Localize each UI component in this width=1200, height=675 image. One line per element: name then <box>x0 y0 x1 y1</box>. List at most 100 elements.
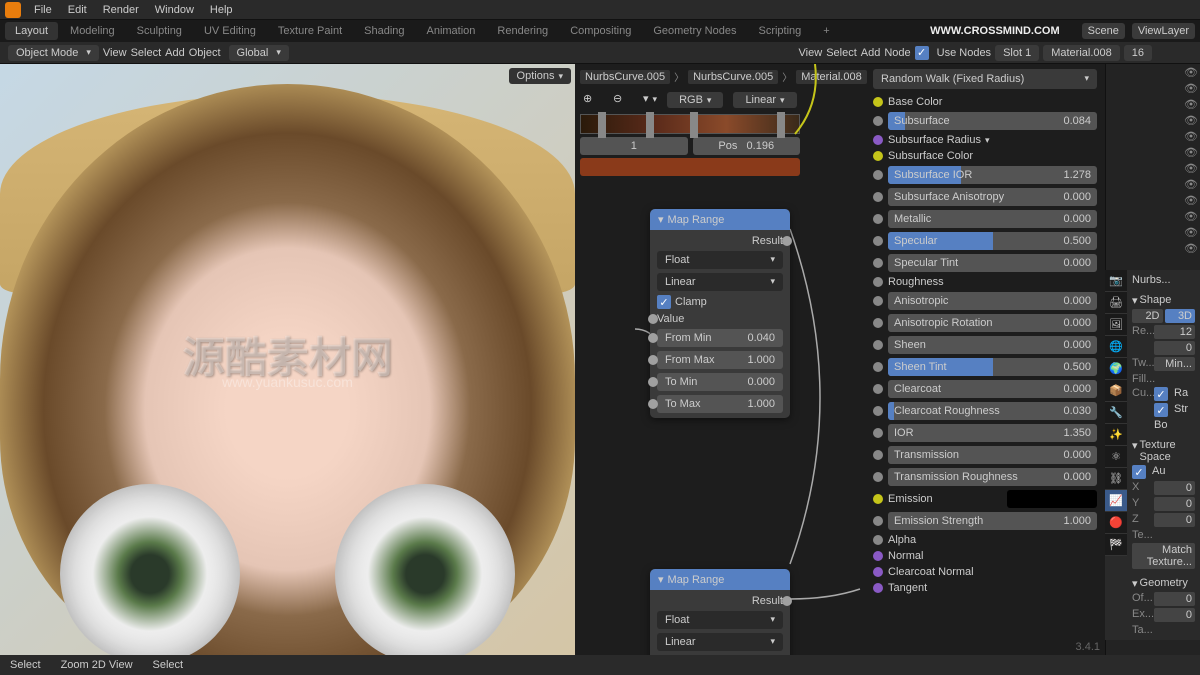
properties-panel[interactable]: 📷 🖨 🖼 🌐 🌍 📦 🔧 ✨ ⚛ ⛓ 📈 🔴 🏁 Nurbs... ▾ Sha… <box>1105 270 1200 640</box>
anisotropic-socket[interactable] <box>873 296 883 306</box>
from-min-field[interactable]: From Min0.040 <box>657 329 783 347</box>
sheen-tint-slider[interactable]: Sheen Tint0.500 <box>888 358 1097 376</box>
from-min-socket[interactable] <box>648 333 658 343</box>
shader-node-editor[interactable]: NurbsCurve.005〉 NurbsCurve.005〉 Material… <box>575 64 1105 675</box>
eye-icon[interactable]: 👁 <box>1184 194 1196 206</box>
tab-sculpting[interactable]: Sculpting <box>127 22 192 40</box>
menu-file[interactable]: File <box>26 1 60 19</box>
breadcrumb-mat[interactable]: Material.008 <box>796 70 867 84</box>
menu-view[interactable]: View <box>103 47 127 59</box>
outliner-item[interactable]: 👁 <box>1106 176 1200 192</box>
clearcoat-rough-slider[interactable]: Clearcoat Roughness0.030 <box>888 402 1097 420</box>
ramp-interp-dropdown[interactable]: Linear <box>733 92 796 108</box>
outliner-item[interactable]: 👁 <box>1106 96 1200 112</box>
eye-icon[interactable]: 👁 <box>1184 130 1196 142</box>
menu-add[interactable]: Add <box>165 47 185 59</box>
subsurface-radius-socket[interactable] <box>873 135 883 145</box>
viewlayer-selector[interactable]: ViewLayer <box>1132 23 1195 39</box>
specular-slider[interactable]: Specular0.500 <box>888 232 1097 250</box>
subsurface-aniso-slider[interactable]: Subsurface Anisotropy0.000 <box>888 188 1097 206</box>
resolution-field[interactable]: 12 <box>1154 325 1195 339</box>
ramp-pos[interactable]: Pos 0.196 <box>693 137 801 155</box>
clearcoat-socket[interactable] <box>873 384 883 394</box>
trans-rough-slider[interactable]: Transmission Roughness0.000 <box>888 468 1097 486</box>
tab-compositing[interactable]: Compositing <box>560 22 641 40</box>
emission-color[interactable] <box>1007 490 1097 508</box>
ior-socket[interactable] <box>873 428 883 438</box>
to-min-field[interactable]: To Min0.000 <box>657 373 783 391</box>
normal-socket[interactable] <box>873 551 883 561</box>
to-min-socket[interactable] <box>648 377 658 387</box>
tab-render-icon[interactable]: 📷 <box>1105 270 1127 292</box>
subsurface-method[interactable]: Random Walk (Fixed Radius) <box>873 69 1097 89</box>
eye-icon[interactable]: 👁 <box>1184 162 1196 174</box>
mode-dropdown[interactable]: Object Mode <box>8 45 99 61</box>
outliner-item[interactable]: 👁 <box>1106 160 1200 176</box>
from-max-field[interactable]: From Max1.000 <box>657 351 783 369</box>
type-dropdown[interactable]: Float <box>657 251 783 269</box>
node-title[interactable]: ▾Map Range <box>650 569 790 590</box>
tab-constraint-icon[interactable]: ⛓ <box>1105 468 1127 490</box>
ramp-mode-menu[interactable]: ▾ <box>643 92 657 108</box>
clearcoat-normal-socket[interactable] <box>873 567 883 577</box>
clamp-checkbox[interactable]: ✓ <box>657 295 671 309</box>
subsurface-aniso-socket[interactable] <box>873 192 883 202</box>
3d-button[interactable]: 3D <box>1165 309 1196 323</box>
sheen-tint-socket[interactable] <box>873 362 883 372</box>
interp-dropdown[interactable]: Linear <box>657 633 783 651</box>
scene-selector[interactable]: Scene <box>1082 23 1125 39</box>
outliner-item[interactable]: 👁 <box>1106 112 1200 128</box>
result-socket[interactable] <box>782 596 792 606</box>
outliner-item[interactable]: 👁 <box>1106 128 1200 144</box>
ra-checkbox[interactable]: ✓ <box>1154 387 1168 401</box>
aniso-rot-slider[interactable]: Anisotropic Rotation0.000 <box>888 314 1097 332</box>
tab-scene-icon[interactable]: 🌐 <box>1105 336 1127 358</box>
geometry-header[interactable]: ▾ <box>1132 577 1138 590</box>
tab-world-icon[interactable]: 🌍 <box>1105 358 1127 380</box>
tab-data-icon[interactable]: 📈 <box>1105 490 1127 512</box>
transmission-socket[interactable] <box>873 450 883 460</box>
node-menu-select[interactable]: Select <box>826 47 857 59</box>
use-nodes-checkbox[interactable]: ✓ <box>915 46 929 60</box>
3d-viewport[interactable]: Options 源酷素材网 www.yuankusuc.com <box>0 64 575 675</box>
twist-field[interactable]: Min... <box>1154 357 1195 371</box>
trans-rough-socket[interactable] <box>873 472 883 482</box>
eye-icon[interactable]: 👁 <box>1184 66 1196 78</box>
map-range-node-1[interactable]: ▾Map Range Result Float Linear ✓Clamp Va… <box>650 209 790 418</box>
eye-icon[interactable]: 👁 <box>1184 210 1196 222</box>
value-socket[interactable] <box>648 314 658 324</box>
slot-dropdown[interactable]: Slot 1 <box>995 45 1039 61</box>
tab-object-icon[interactable]: 📦 <box>1105 380 1127 402</box>
resolution-field2[interactable]: 0 <box>1154 341 1195 355</box>
node-menu-node[interactable]: Node <box>884 47 910 59</box>
tab-texpaint[interactable]: Texture Paint <box>268 22 352 40</box>
material-name[interactable]: Material.008 <box>1043 45 1120 61</box>
anisotropic-slider[interactable]: Anisotropic0.000 <box>888 292 1097 310</box>
outliner-item[interactable]: 👁 <box>1106 64 1200 80</box>
menu-select[interactable]: Select <box>131 47 162 59</box>
metallic-slider[interactable]: Metallic0.000 <box>888 210 1097 228</box>
interp-dropdown[interactable]: Linear <box>657 273 783 291</box>
tab-view-icon[interactable]: 🖼 <box>1105 314 1127 336</box>
tab-add[interactable]: + <box>813 22 839 40</box>
subsurface-slider[interactable]: Subsurface0.084 <box>888 112 1097 130</box>
ior-slider[interactable]: IOR1.350 <box>888 424 1097 442</box>
subsurface-socket[interactable] <box>873 116 883 126</box>
color-ramp-gradient[interactable] <box>580 114 800 134</box>
type-dropdown[interactable]: Float <box>657 611 783 629</box>
result-socket[interactable] <box>782 236 792 246</box>
from-max-socket[interactable] <box>648 355 658 365</box>
tab-geonodes[interactable]: Geometry Nodes <box>643 22 746 40</box>
sheen-slider[interactable]: Sheen0.000 <box>888 336 1097 354</box>
outliner-item[interactable]: 👁 <box>1106 192 1200 208</box>
eye-icon[interactable]: 👁 <box>1184 242 1196 254</box>
menu-render[interactable]: Render <box>95 1 147 19</box>
tab-material-icon[interactable]: 🔴 <box>1105 512 1127 534</box>
eye-icon[interactable]: 👁 <box>1184 98 1196 110</box>
breadcrumb-data[interactable]: NurbsCurve.005 <box>688 70 778 84</box>
x-field[interactable]: 0 <box>1154 481 1195 495</box>
tab-texture-icon[interactable]: 🏁 <box>1105 534 1127 556</box>
node-title[interactable]: ▾Map Range <box>650 209 790 230</box>
specular-socket[interactable] <box>873 236 883 246</box>
node-menu-view[interactable]: View <box>799 47 823 59</box>
